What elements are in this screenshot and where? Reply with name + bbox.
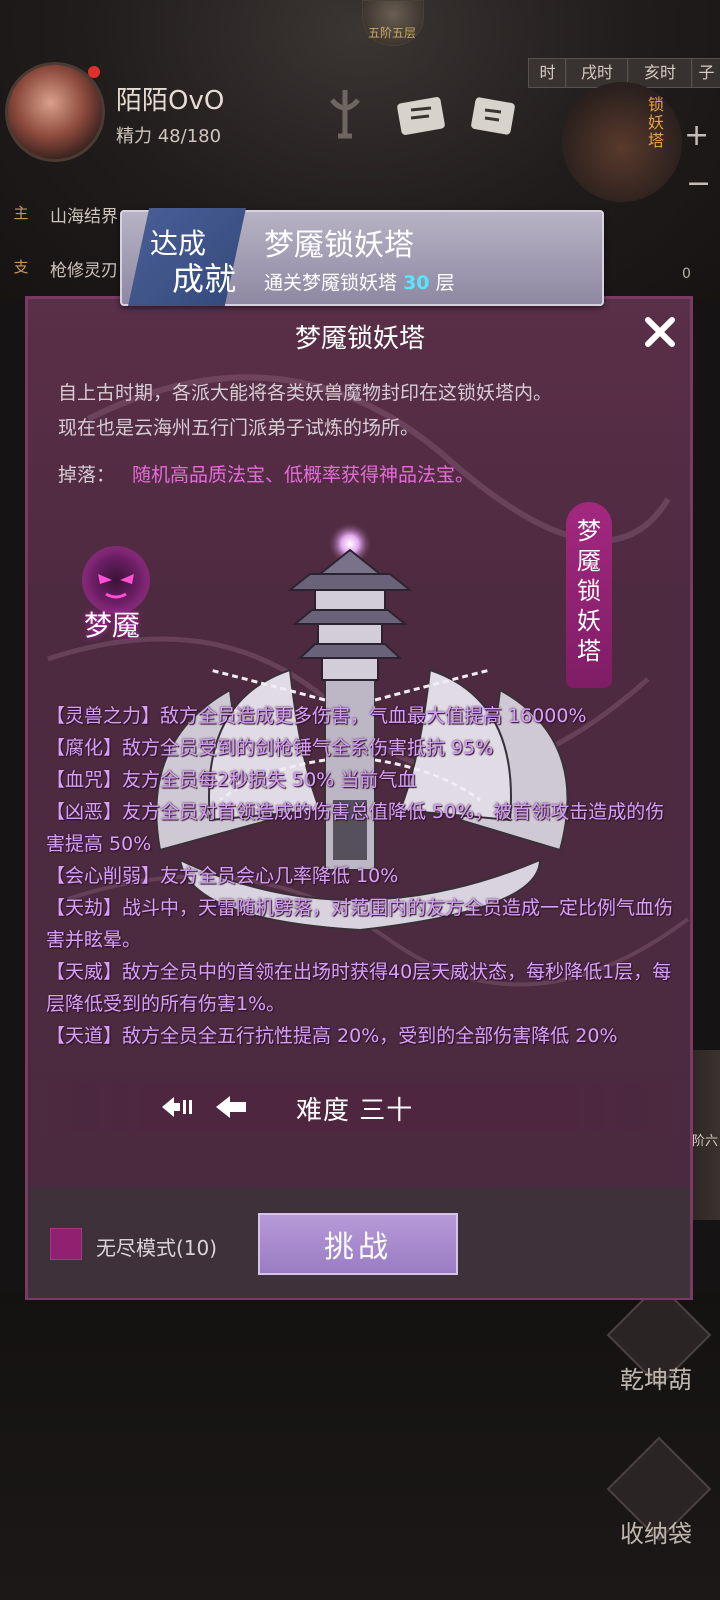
tower-banner-char: 梦 bbox=[577, 517, 601, 545]
achievement-title: 梦魇锁妖塔 bbox=[264, 228, 414, 263]
incense-icon[interactable] bbox=[322, 86, 368, 142]
effect-line: 【腐化】敌方全员受到的剑枪锤气全系伤害抵抗 95% bbox=[46, 737, 494, 759]
drop-text: 随机高品质法宝、低概率获得神品法宝。 bbox=[132, 464, 475, 486]
quest-side-tag: 支 bbox=[13, 258, 29, 276]
tower-banner-char: 塔 bbox=[577, 637, 601, 665]
tab-time-next[interactable]: 子 bbox=[691, 58, 720, 88]
tower-shortcut-char: 塔 bbox=[648, 131, 665, 150]
book-icon[interactable] bbox=[465, 92, 521, 138]
tower-shortcut-char: 锁 bbox=[648, 95, 665, 114]
qiankunhu-label: 乾坤葫 bbox=[620, 1366, 692, 1394]
tower-banner-char: 妖 bbox=[577, 607, 601, 635]
intro-line-2: 现在也是云海州五行门派弟子试炼的场所。 bbox=[58, 417, 420, 439]
effect-line: 【血咒】友方全员每2秒损失 50% 当前气血 bbox=[46, 769, 417, 791]
plus-icon[interactable]: + bbox=[684, 118, 709, 153]
energy-counter: 精力 48/180 bbox=[116, 126, 222, 147]
demon-label: 梦魇 bbox=[84, 609, 141, 642]
scroll-icon[interactable] bbox=[393, 92, 449, 138]
effect-line: 【天道】敌方全员全五行抗性提高 20%，受到的全部伤害降低 20% bbox=[46, 1025, 618, 1047]
tower-banner-char: 魇 bbox=[577, 547, 601, 575]
quest-side-text: 枪修灵刃 bbox=[50, 261, 118, 281]
notification-dot-icon bbox=[88, 66, 100, 78]
achievement-desc-prefix: 通关梦魇锁妖塔 bbox=[264, 272, 398, 294]
dialog-title: 梦魇锁妖塔 bbox=[294, 324, 425, 354]
challenge-button[interactable]: 挑战 bbox=[258, 1213, 458, 1275]
quest-main[interactable]: 主 山海结界 bbox=[0, 196, 140, 230]
achievement-description: 通关梦魇锁妖塔 30 层 bbox=[264, 268, 455, 295]
shounadai-button[interactable]: 收纳袋 bbox=[604, 1436, 712, 1550]
effect-line: 【灵兽之力】敌方全员造成更多伤害，气血最大值提高 16000% bbox=[46, 705, 587, 727]
effects-list: 【灵兽之力】敌方全员造成更多伤害，气血最大值提高 16000% 【腐化】敌方全员… bbox=[46, 700, 676, 1052]
right-side-panel-label: 阶六 bbox=[692, 1134, 719, 1149]
effect-line: 【凶恶】友方全员对首领造成的伤害总值降低 50%，被首领攻击造成的伤害提高 50… bbox=[46, 801, 665, 855]
tower-name-banner-text: 梦魇锁妖塔 bbox=[566, 516, 612, 666]
effect-line: 【天威】敌方全员中的首领在出场时获得40层天威状态，每秒降低1层，每层降低受到的… bbox=[46, 961, 672, 1015]
effect-line: 【天劫】战斗中，天雷随机劈落，对范围内的友方全员造成一定比例气血伤害并眩晕。 bbox=[46, 897, 674, 951]
tower-shortcut-label: 锁妖塔 bbox=[648, 96, 668, 150]
quest-main-tag: 主 bbox=[13, 204, 29, 222]
achievement-desc-suffix: 层 bbox=[435, 272, 455, 294]
right-counter: 0 bbox=[682, 266, 691, 282]
endless-mode-label[interactable]: 无尽模式(10) bbox=[96, 1232, 217, 1261]
tower-banner-char: 锁 bbox=[577, 577, 601, 605]
tower-shortcut-char: 妖 bbox=[648, 113, 665, 132]
drop-label: 掉落： bbox=[58, 464, 116, 486]
close-icon[interactable] bbox=[640, 312, 680, 352]
intro-line-1: 自上古时期，各派大能将各类妖兽魔物封印在这锁妖塔内。 bbox=[58, 382, 553, 404]
stage-badge-label: 五阶五层 bbox=[367, 26, 416, 40]
quest-side[interactable]: 支 枪修灵刃 bbox=[0, 250, 140, 284]
difficulty-label: 难度 三十 bbox=[296, 1096, 414, 1126]
endless-mode-checkbox[interactable] bbox=[50, 1228, 82, 1260]
quest-main-text: 山海结界 bbox=[50, 207, 118, 227]
player-name: 陌陌OvO bbox=[116, 86, 225, 116]
tab-time-prev[interactable]: 时 bbox=[528, 58, 567, 88]
qiankunhu-button[interactable]: 乾坤葫 bbox=[604, 1282, 712, 1396]
minus-icon[interactable]: − bbox=[686, 166, 711, 201]
first-difficulty-icon[interactable] bbox=[160, 1094, 196, 1120]
achievement-desc-number: 30 bbox=[403, 272, 430, 294]
shounadai-label: 收纳袋 bbox=[620, 1520, 692, 1548]
prev-difficulty-icon[interactable] bbox=[214, 1094, 248, 1120]
achievement-badge-line2: 成就 bbox=[172, 260, 237, 298]
effect-line: 【会心削弱】友方全员会心几率降低 10% bbox=[46, 865, 399, 887]
